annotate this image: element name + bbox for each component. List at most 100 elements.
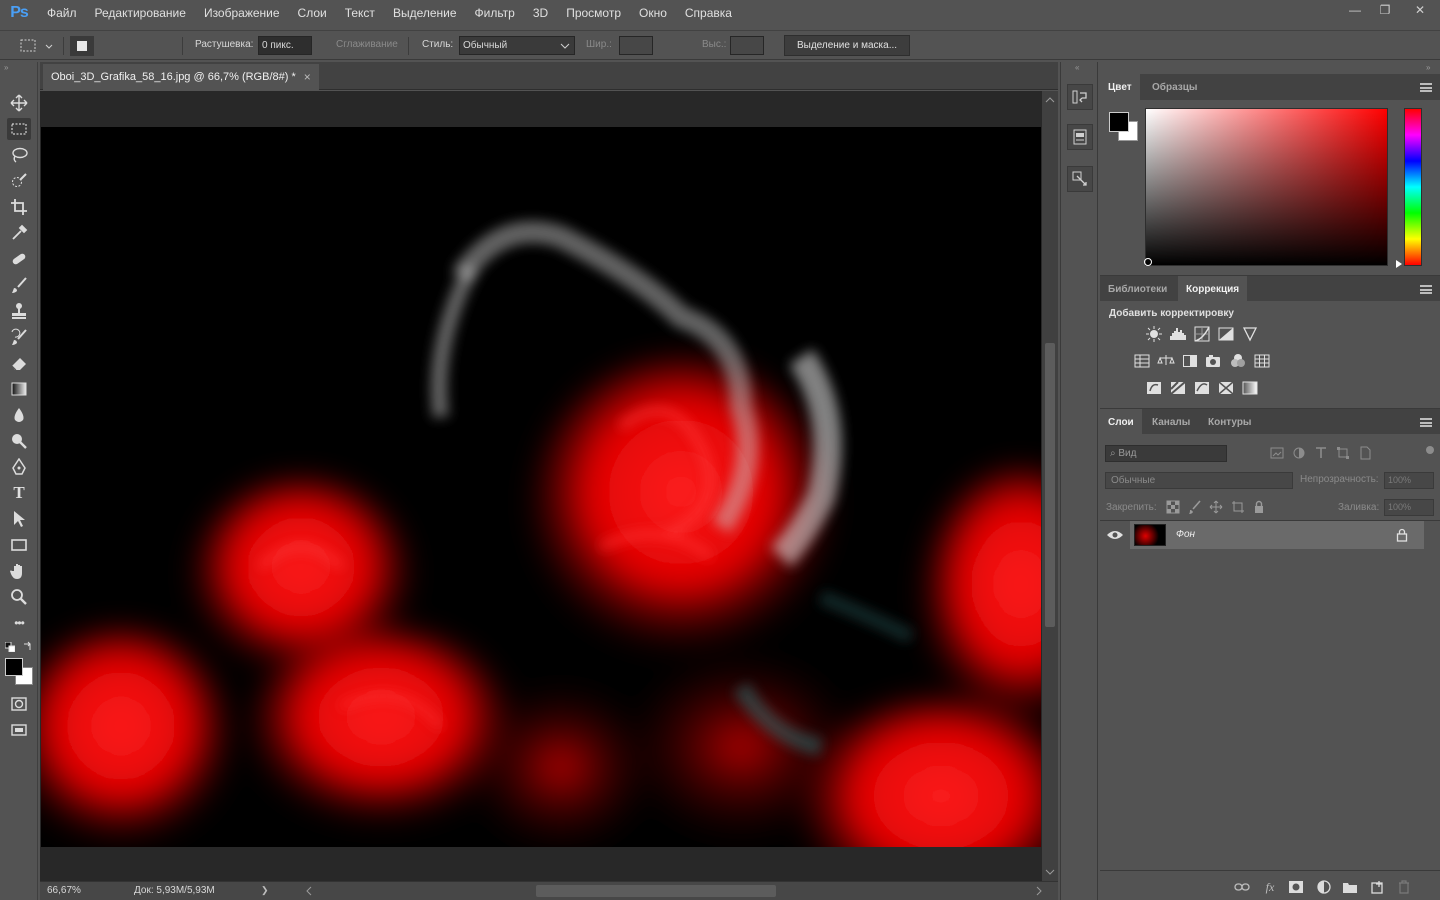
tab-libraries[interactable]: Библиотеки bbox=[1100, 276, 1175, 302]
menu-edit[interactable]: Редактирование bbox=[86, 0, 195, 26]
quick-select-tool[interactable] bbox=[7, 170, 31, 192]
height-input[interactable] bbox=[730, 36, 764, 55]
menu-layers[interactable]: Слои bbox=[289, 0, 336, 26]
layer-row-background[interactable]: Фон bbox=[1130, 521, 1424, 549]
color-panel-fg-swatch[interactable] bbox=[1109, 112, 1129, 132]
color-field[interactable] bbox=[1145, 108, 1388, 266]
add-mask-button[interactable] bbox=[1286, 878, 1306, 896]
menu-image[interactable]: Изображение bbox=[195, 0, 289, 26]
fill-input[interactable]: 100% bbox=[1384, 499, 1434, 516]
tab-color[interactable]: Цвет bbox=[1100, 74, 1140, 100]
tool-preset-picker[interactable] bbox=[16, 36, 58, 56]
layer-filter-select[interactable]: ⌕ Вид bbox=[1105, 445, 1227, 462]
pasteboard[interactable] bbox=[40, 91, 1042, 881]
rectangle-tool[interactable] bbox=[7, 534, 31, 556]
tab-paths[interactable]: Контуры bbox=[1200, 409, 1259, 435]
dodge-tool[interactable] bbox=[7, 430, 31, 452]
vertical-scrollbar[interactable] bbox=[1042, 91, 1058, 881]
gradient-map-button[interactable] bbox=[1241, 379, 1259, 397]
layers-panel-menu-icon[interactable] bbox=[1420, 418, 1432, 427]
gradient-tool[interactable] bbox=[7, 378, 31, 400]
clone-stamp-tool[interactable] bbox=[7, 300, 31, 322]
hue-saturation-button[interactable] bbox=[1133, 352, 1151, 370]
photo-filter-button[interactable] bbox=[1205, 352, 1223, 370]
eraser-tool[interactable] bbox=[7, 352, 31, 374]
paths-panel-button[interactable] bbox=[1067, 166, 1093, 192]
close-window-button[interactable]: ✕ bbox=[1400, 0, 1440, 20]
tab-channels[interactable]: Каналы bbox=[1144, 409, 1198, 435]
color-panel-menu-icon[interactable] bbox=[1420, 83, 1432, 92]
delete-layer-button[interactable] bbox=[1394, 878, 1414, 896]
menu-window[interactable]: Окно bbox=[630, 0, 676, 26]
lock-position-icon[interactable] bbox=[1209, 500, 1223, 514]
vibrance-button[interactable] bbox=[1241, 325, 1259, 343]
scroll-right-icon[interactable] bbox=[1034, 885, 1044, 897]
smart-object-filter-icon[interactable] bbox=[1358, 446, 1372, 460]
blend-mode-select[interactable]: Обычные bbox=[1105, 472, 1293, 489]
menu-select[interactable]: Выделение bbox=[384, 0, 466, 26]
tab-adjustments[interactable]: Коррекция bbox=[1178, 276, 1248, 302]
layer-style-button[interactable]: fx bbox=[1260, 878, 1280, 896]
swap-colors-button[interactable] bbox=[22, 641, 33, 652]
scroll-down-icon[interactable] bbox=[1042, 865, 1058, 879]
expand-dock-icon[interactable]: « bbox=[1075, 63, 1079, 72]
move-tool[interactable] bbox=[7, 92, 31, 114]
status-menu-arrow[interactable]: ❯ bbox=[261, 885, 269, 896]
eyedropper-tool[interactable] bbox=[7, 222, 31, 244]
threshold-button[interactable] bbox=[1193, 379, 1211, 397]
tab-layers[interactable]: Слои bbox=[1100, 409, 1142, 435]
menu-help[interactable]: Справка bbox=[676, 0, 741, 26]
selection-mode-new[interactable] bbox=[70, 36, 94, 56]
pen-tool[interactable] bbox=[7, 456, 31, 478]
minimize-button[interactable]: — bbox=[1340, 0, 1370, 20]
healing-brush-tool[interactable] bbox=[7, 248, 31, 270]
lock-all-icon[interactable] bbox=[1252, 500, 1266, 514]
history-panel-button[interactable] bbox=[1067, 84, 1093, 110]
brush-tool[interactable] bbox=[7, 274, 31, 296]
collapse-panels-icon[interactable]: » bbox=[1426, 63, 1430, 72]
collapse-toolbox-icon[interactable]: » bbox=[4, 63, 34, 72]
menu-view[interactable]: Просмотр bbox=[557, 0, 630, 26]
hue-slider-handle[interactable] bbox=[1396, 260, 1402, 268]
invert-button[interactable] bbox=[1145, 379, 1163, 397]
screen-mode-button[interactable] bbox=[7, 719, 31, 741]
crop-tool[interactable] bbox=[7, 196, 31, 218]
hue-slider[interactable] bbox=[1404, 108, 1422, 266]
document-canvas[interactable] bbox=[41, 127, 1041, 847]
menu-file[interactable]: Файл bbox=[38, 0, 86, 26]
exposure-button[interactable] bbox=[1217, 325, 1235, 343]
style-select[interactable]: Обычный bbox=[459, 36, 575, 55]
color-lookup-button[interactable] bbox=[1253, 352, 1271, 370]
history-brush-tool[interactable] bbox=[7, 326, 31, 348]
restore-button[interactable]: ❐ bbox=[1370, 0, 1400, 20]
pixel-layer-filter-icon[interactable] bbox=[1270, 446, 1284, 460]
vertical-scroll-thumb[interactable] bbox=[1045, 343, 1055, 627]
scroll-left-icon[interactable] bbox=[304, 885, 314, 897]
zoom-level[interactable]: 66,67% bbox=[47, 885, 81, 896]
opacity-input[interactable]: 100% bbox=[1384, 472, 1434, 489]
adjustment-layer-filter-icon[interactable] bbox=[1292, 446, 1306, 460]
menu-3d[interactable]: 3D bbox=[524, 0, 557, 26]
feather-input[interactable]: 0 пикс. bbox=[258, 36, 312, 55]
new-adjustment-layer-button[interactable] bbox=[1314, 878, 1334, 896]
edit-toolbar-button[interactable]: ••• bbox=[7, 612, 31, 634]
color-balance-button[interactable] bbox=[1157, 352, 1175, 370]
foreground-color-swatch[interactable] bbox=[5, 658, 23, 676]
type-layer-filter-icon[interactable] bbox=[1314, 446, 1328, 460]
quick-mask-button[interactable] bbox=[7, 693, 31, 715]
menu-type[interactable]: Текст bbox=[336, 0, 384, 26]
horizontal-scrollbar[interactable] bbox=[306, 885, 1042, 897]
shape-layer-filter-icon[interactable] bbox=[1336, 446, 1350, 460]
lasso-tool[interactable] bbox=[7, 144, 31, 166]
default-colors-button[interactable] bbox=[4, 641, 16, 653]
new-group-button[interactable] bbox=[1340, 878, 1360, 896]
blur-tool[interactable] bbox=[7, 404, 31, 426]
posterize-button[interactable] bbox=[1169, 379, 1187, 397]
channel-mixer-button[interactable] bbox=[1229, 352, 1247, 370]
link-layers-button[interactable] bbox=[1232, 878, 1252, 896]
new-layer-button[interactable] bbox=[1368, 878, 1388, 896]
path-select-tool[interactable] bbox=[7, 508, 31, 530]
width-input[interactable] bbox=[619, 36, 653, 55]
menu-filter[interactable]: Фильтр bbox=[466, 0, 524, 26]
color-picker-marker[interactable] bbox=[1144, 258, 1152, 266]
